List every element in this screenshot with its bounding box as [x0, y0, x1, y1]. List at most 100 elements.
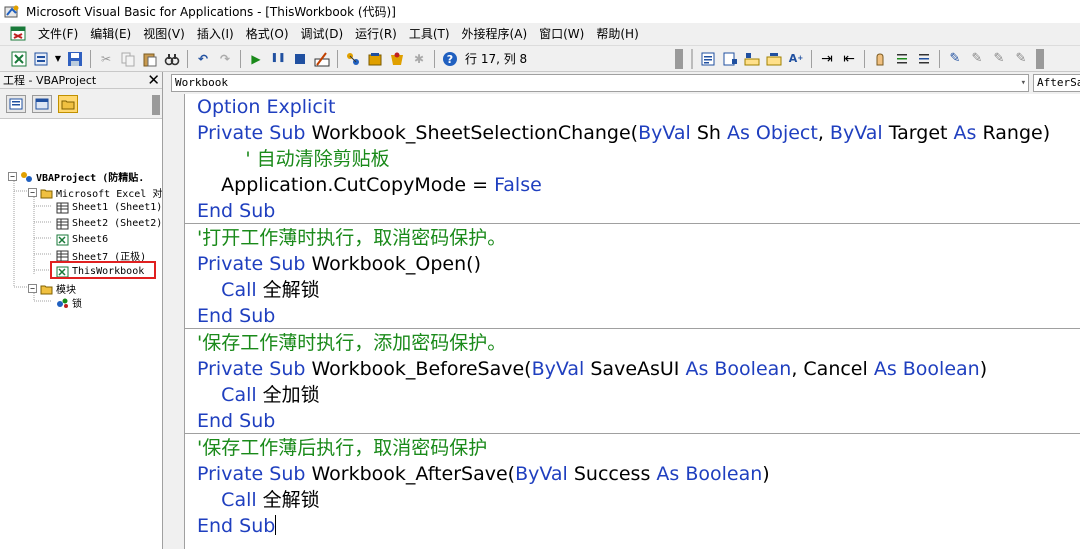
object-dropdown[interactable]: Workbook ▾ [171, 74, 1029, 92]
help-icon[interactable]: ? [441, 50, 459, 68]
cut-icon[interactable]: ✂ [97, 50, 115, 68]
code-keyword: End Sub [197, 200, 276, 222]
menu-tools[interactable]: 工具(T) [403, 23, 456, 45]
view-object-icon[interactable] [32, 94, 52, 113]
tree-node-module-lock[interactable]: 锁 [56, 295, 82, 310]
code-line[interactable]: '保存工作薄后执行，取消密码保护 [197, 435, 487, 461]
code-line[interactable]: End Sub [197, 513, 277, 539]
code-comment: '保存工作薄时执行，添加密码保护。 [197, 332, 507, 354]
tree-node-sheet6[interactable]: Sheet6 [56, 232, 108, 247]
chevron-down-icon[interactable]: ▾ [1021, 75, 1026, 91]
code-line[interactable]: End Sub [197, 303, 275, 329]
vba-editor-window: Microsoft Visual Basic for Applications … [0, 0, 1080, 549]
collapse-icon[interactable]: − [28, 284, 37, 293]
dropdown-arrow-icon[interactable]: ▼ [54, 50, 62, 68]
toggle-folders-icon[interactable] [58, 94, 78, 113]
code-editor[interactable]: Option Explicit Private Sub Workbook_Shee… [185, 94, 1080, 549]
pause-icon[interactable]: ❚❚ [269, 50, 287, 68]
list-properties-icon[interactable] [699, 50, 717, 68]
code-keyword: ByVal [515, 463, 568, 485]
collapse-icon[interactable]: − [8, 172, 17, 181]
procedure-dropdown[interactable]: AfterSave [1033, 74, 1080, 92]
code-line[interactable]: '保存工作薄时执行，添加密码保护。 [197, 330, 506, 356]
code-text: , [817, 122, 830, 144]
code-line[interactable]: End Sub [197, 198, 275, 224]
tree-node-sheet1[interactable]: Sheet1 (Sheet1) [56, 200, 162, 215]
menu-window[interactable]: 窗口(W) [533, 23, 590, 45]
comment-block-icon[interactable] [893, 50, 911, 68]
view-code-icon[interactable] [6, 94, 26, 113]
clear-bookmarks-icon[interactable]: ✎ [1012, 50, 1030, 68]
code-line[interactable]: '打开工作薄时执行，取消密码保护。 [197, 225, 506, 251]
previous-bookmark-icon[interactable]: ✎ [990, 50, 1008, 68]
menu-view[interactable]: 视图(V) [137, 23, 191, 45]
toolbar-overflow-handle-2[interactable] [1036, 48, 1044, 69]
code-line[interactable]: Private Sub Workbook_SheetSelectionChang… [197, 120, 1050, 146]
find-icon[interactable] [163, 50, 181, 68]
code-keyword: Private Sub [197, 253, 306, 275]
code-line[interactable]: Call 全加锁 [197, 382, 320, 408]
indent-icon[interactable]: ⇥ [818, 50, 836, 68]
complete-word-icon[interactable]: A + [787, 50, 805, 68]
next-bookmark-icon[interactable]: ✎ [968, 50, 986, 68]
code-line[interactable]: Private Sub Workbook_BeforeSave(ByVal Sa… [197, 356, 987, 382]
uncomment-block-icon[interactable] [915, 50, 933, 68]
code-keyword: ByVal [829, 122, 883, 144]
menu-run[interactable]: 运行(R) [349, 23, 403, 45]
redo-icon[interactable]: ↷ [216, 50, 234, 68]
code-line[interactable]: Call 全解锁 [197, 277, 320, 303]
menu-addins[interactable]: 外接程序(A) [456, 23, 534, 45]
project-explorer-icon[interactable] [344, 50, 362, 68]
toolbar-overflow-handle[interactable] [675, 48, 683, 69]
toggle-breakpoint-icon[interactable] [871, 50, 889, 68]
tree-label: Microsoft Excel 对 [56, 189, 163, 200]
project-explorer-toolbar [0, 89, 162, 119]
excel-view-icon[interactable] [10, 26, 28, 42]
tree-node-vbaproject[interactable]: − VBAProject (防精贴. [8, 169, 144, 184]
code-margin-indicator-bar[interactable] [163, 94, 185, 549]
code-line[interactable]: Application.CutCopyMode = False [197, 172, 542, 198]
menu-format[interactable]: 格式(O) [240, 23, 295, 45]
tree-node-excel-objects[interactable]: − Microsoft Excel 对 [28, 185, 162, 200]
copy-icon[interactable] [119, 50, 137, 68]
design-mode-icon[interactable] [313, 50, 331, 68]
menu-debug[interactable]: 调试(D) [295, 23, 350, 45]
project-explorer-header: 工程 - VBAProject ✕ [0, 72, 162, 89]
paste-icon[interactable] [141, 50, 159, 68]
view-excel-icon[interactable] [10, 50, 28, 68]
tree-node-sheet2[interactable]: Sheet2 (Sheet2) [56, 216, 162, 231]
quick-info-icon[interactable] [743, 50, 761, 68]
menu-help[interactable]: 帮助(H) [590, 23, 644, 45]
parameter-info-icon[interactable] [765, 50, 783, 68]
menu-insert[interactable]: 插入(I) [191, 23, 240, 45]
project-toolbar-scroll[interactable] [152, 95, 160, 115]
menu-file[interactable]: 文件(F) [32, 23, 84, 45]
run-icon[interactable]: ▶ [247, 50, 265, 68]
save-icon[interactable] [66, 50, 84, 68]
code-text: Sh [690, 122, 727, 144]
undo-icon[interactable]: ↶ [194, 50, 212, 68]
code-line[interactable]: Option Explicit [197, 94, 336, 120]
code-line[interactable]: Call 全解锁 [197, 487, 320, 513]
code-line[interactable]: ' 自动清除剪贴板 [197, 146, 389, 172]
reset-icon[interactable] [291, 50, 309, 68]
title-bar[interactable]: Microsoft Visual Basic for Applications … [0, 0, 1080, 23]
toggle-bookmark-icon[interactable]: ✎ [946, 50, 964, 68]
toolbox-icon[interactable]: ✱ [410, 50, 428, 68]
menu-edit[interactable]: 编辑(E) [84, 23, 137, 45]
close-icon[interactable]: ✕ [147, 72, 160, 88]
code-line[interactable]: Private Sub Workbook_AfterSave(ByVal Suc… [197, 461, 770, 487]
object-browser-icon[interactable] [388, 50, 406, 68]
collapse-icon[interactable]: − [28, 188, 37, 197]
outdent-icon[interactable]: ⇤ [840, 50, 858, 68]
tree-label: Sheet1 (Sheet1) [72, 202, 163, 213]
toolbar-grip[interactable] [687, 48, 697, 69]
properties-window-icon[interactable] [366, 50, 384, 68]
tree-node-modules[interactable]: − 模块 [28, 281, 76, 296]
code-line[interactable]: End Sub [197, 408, 275, 434]
insert-module-icon[interactable] [32, 50, 50, 68]
list-constants-icon[interactable] [721, 50, 739, 68]
code-line[interactable]: Private Sub Workbook_Open() [197, 251, 481, 277]
